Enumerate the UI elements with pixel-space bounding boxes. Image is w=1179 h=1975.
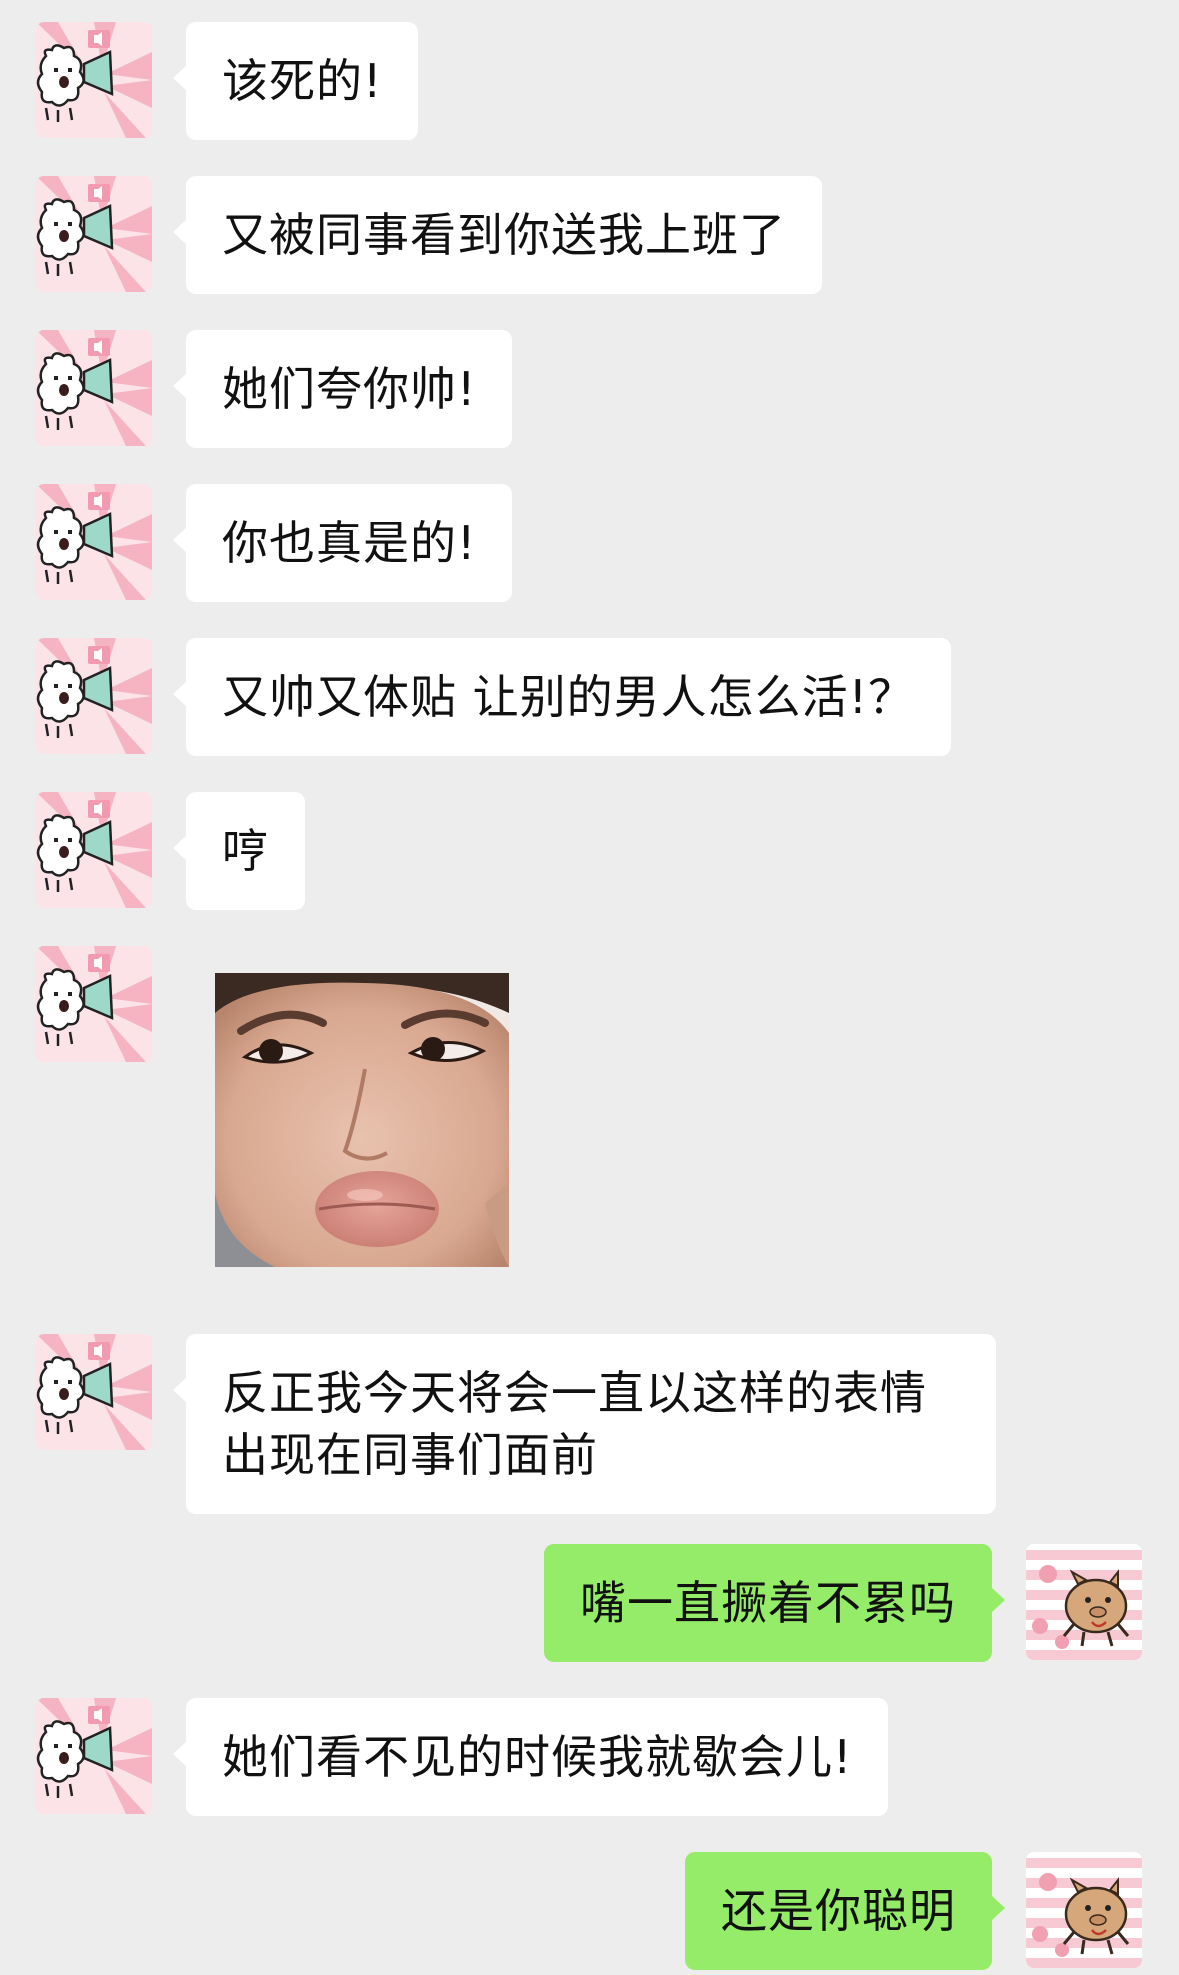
incoming-message-bubble[interactable]: 哼 bbox=[173, 792, 305, 910]
dog-megaphone-avatar-icon bbox=[36, 1698, 152, 1814]
message-text: 又被同事看到你送我上班了 bbox=[222, 208, 786, 262]
incoming-message-bubble[interactable]: 你也真是的! bbox=[172, 484, 513, 602]
dog-megaphone-avatar-icon bbox=[36, 1334, 152, 1450]
incoming-message-bubble[interactable]: 反正我今天将会一直以这样的表情出现在同事们面前 bbox=[173, 1334, 996, 1514]
dog-megaphone-avatar-icon bbox=[36, 176, 152, 292]
contact-avatar[interactable] bbox=[36, 792, 152, 908]
my-avatar[interactable] bbox=[1026, 1852, 1142, 1968]
message-text: 又帅又体贴 让别的男人怎么活!？ bbox=[222, 670, 916, 724]
contact-avatar[interactable] bbox=[36, 1334, 152, 1450]
dog-megaphone-avatar-icon bbox=[36, 792, 152, 908]
outgoing-message-bubble[interactable]: 还是你聪明 bbox=[685, 1852, 1005, 1970]
contact-avatar[interactable] bbox=[36, 484, 152, 600]
contact-avatar[interactable] bbox=[36, 638, 152, 754]
incoming-message-bubble[interactable]: 她们看不见的时候我就歇会儿! bbox=[172, 1698, 889, 1816]
pig-avatar-icon bbox=[1026, 1852, 1142, 1968]
message-text: 她们夸你帅! bbox=[222, 362, 477, 416]
incoming-message-bubble[interactable]: 又被同事看到你送我上班了 bbox=[173, 176, 822, 294]
message-text: 还是你聪明 bbox=[721, 1884, 956, 1938]
dog-megaphone-avatar-icon bbox=[36, 946, 152, 1062]
message-text: 嘴一直撅着不累吗 bbox=[580, 1576, 956, 1630]
dog-megaphone-avatar-icon bbox=[36, 638, 152, 754]
message-text: 该死的! bbox=[222, 54, 383, 108]
incoming-message-bubble[interactable]: 她们夸你帅! bbox=[172, 330, 513, 448]
dog-megaphone-avatar-icon bbox=[36, 22, 152, 138]
image-message[interactable] bbox=[215, 973, 509, 1267]
incoming-message-bubble[interactable]: 又帅又体贴 让别的男人怎么活!？ bbox=[172, 638, 952, 756]
pouting-face-photo bbox=[215, 973, 509, 1267]
message-text: 反正我今天将会一直以这样的表情出现在同事们面前 bbox=[222, 1366, 927, 1482]
message-text: 哼 bbox=[222, 824, 269, 878]
contact-avatar[interactable] bbox=[36, 176, 152, 292]
message-text: 她们看不见的时候我就歇会儿! bbox=[222, 1730, 853, 1784]
contact-avatar[interactable] bbox=[36, 22, 152, 138]
dog-megaphone-avatar-icon bbox=[36, 330, 152, 446]
contact-avatar[interactable] bbox=[36, 1698, 152, 1814]
pig-avatar-icon bbox=[1026, 1544, 1142, 1660]
outgoing-message-bubble[interactable]: 嘴一直撅着不累吗 bbox=[544, 1544, 1005, 1662]
contact-avatar[interactable] bbox=[36, 946, 152, 1062]
dog-megaphone-avatar-icon bbox=[36, 484, 152, 600]
contact-avatar[interactable] bbox=[36, 330, 152, 446]
my-avatar[interactable] bbox=[1026, 1544, 1142, 1660]
incoming-message-bubble[interactable]: 该死的! bbox=[172, 22, 419, 140]
chat-message-list[interactable]: 该死的! 又被同事看到你送我上班了 她们夸你帅! 你也真是的! 又帅又体贴 让别… bbox=[0, 0, 1179, 1975]
message-text: 你也真是的! bbox=[222, 516, 477, 570]
